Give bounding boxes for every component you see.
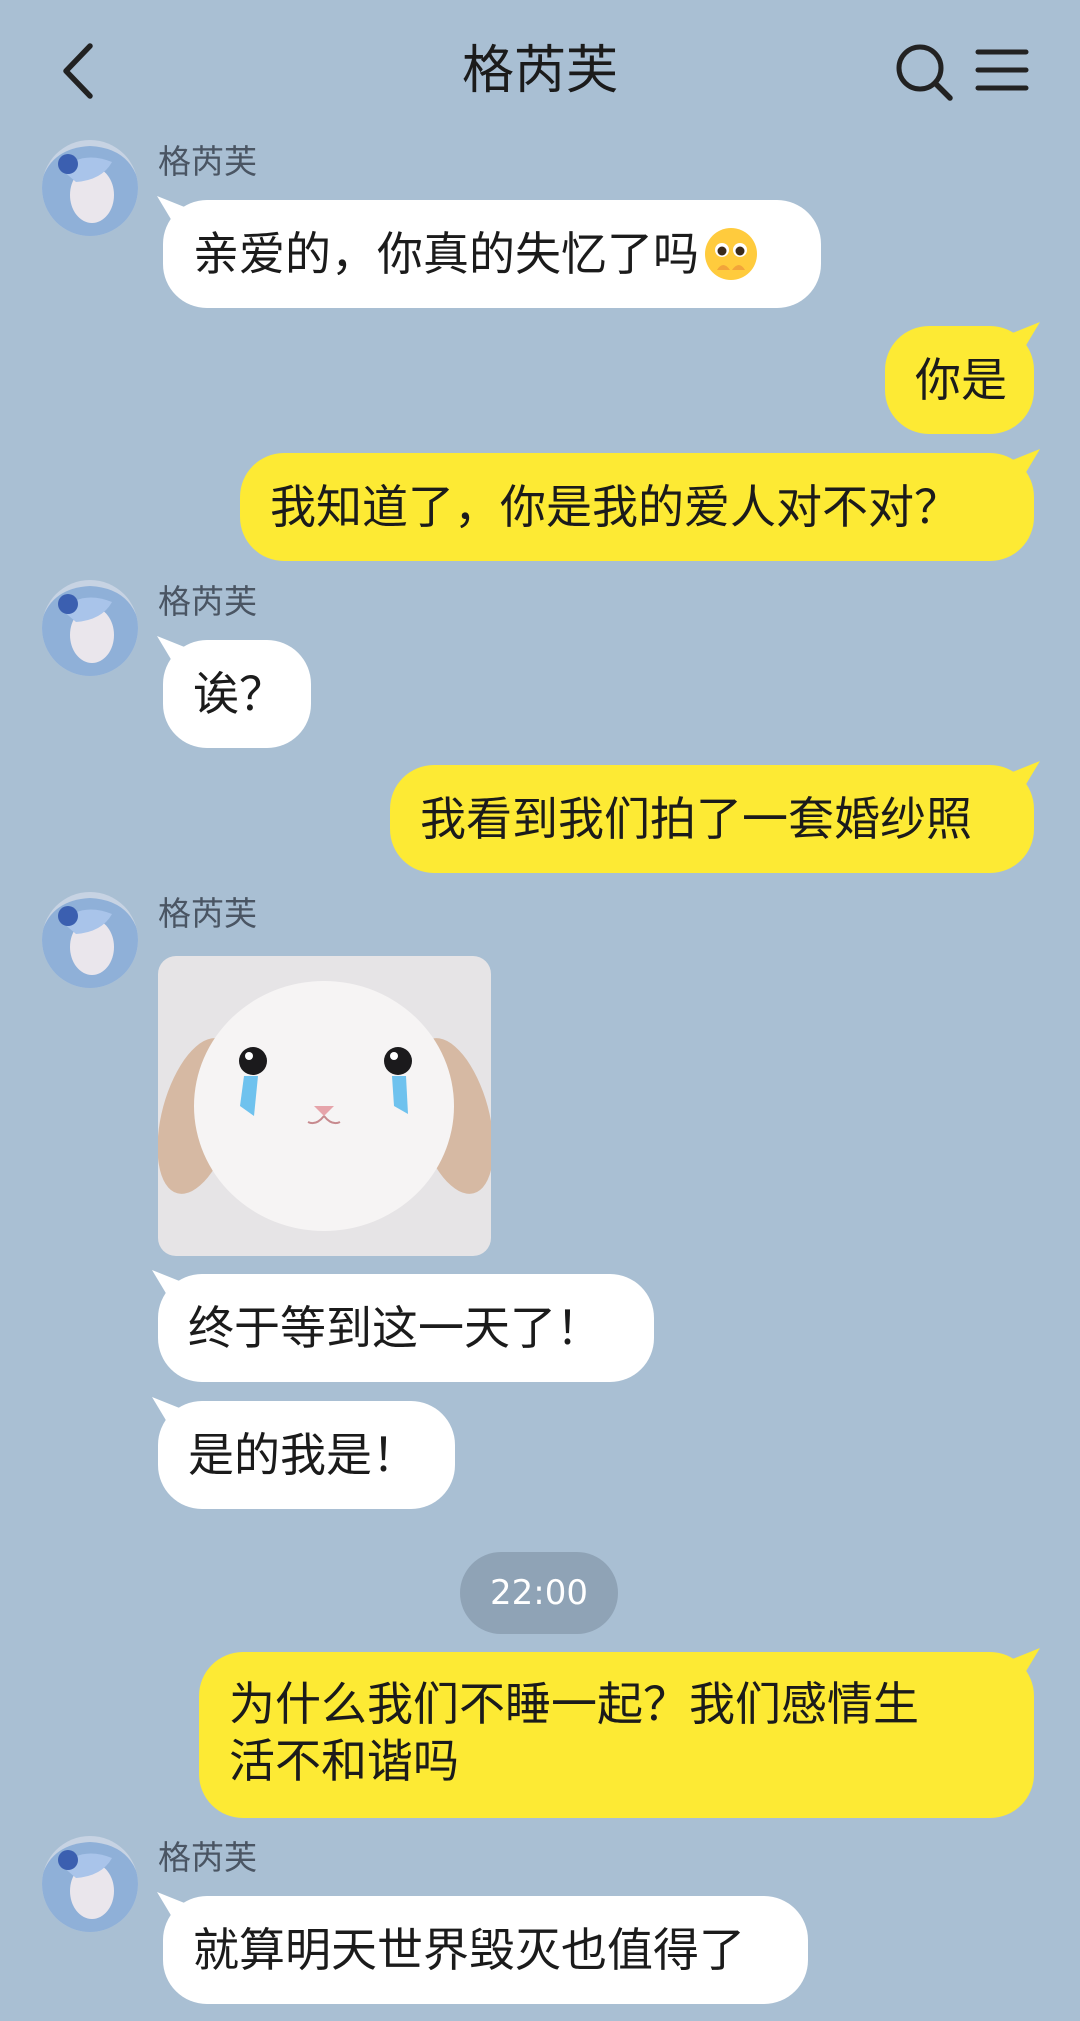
message-bubble[interactable]: 我知道了，你是我的爱人对不对？ <box>240 453 1034 561</box>
chat-header: 格芮芙 <box>0 0 1080 140</box>
sender-name: 格芮芙 <box>158 142 257 181</box>
message-bubble[interactable]: 是的我是！ <box>158 1401 455 1509</box>
message-text: 诶？ <box>193 667 285 721</box>
menu-button[interactable] <box>972 40 1032 100</box>
message-bubble[interactable]: 为什么我们不睡一起？我们感情生 活不和谐吗 <box>199 1652 1034 1818</box>
timestamp-separator: 22:00 <box>460 1552 618 1634</box>
sender-name: 格芮芙 <box>158 894 257 933</box>
bunny-image <box>158 956 491 1256</box>
sender-name: 格芮芙 <box>158 582 257 621</box>
sender-name: 格芮芙 <box>158 1838 257 1877</box>
contact-avatar[interactable] <box>42 580 138 676</box>
avatar-image <box>42 892 138 988</box>
pleading-face-emoji <box>705 227 757 280</box>
message-text: 亲爱的，你真的失忆了吗 <box>193 227 699 281</box>
hamburger-menu-icon <box>975 49 1029 91</box>
message-text: 是的我是！ <box>188 1428 418 1482</box>
message-bubble[interactable]: 我看到我们拍了一套婚纱照 <box>390 765 1034 873</box>
contact-avatar[interactable] <box>42 892 138 988</box>
message-text-line: 活不和谐吗 <box>229 1734 459 1788</box>
message-text: 终于等到这一天了！ <box>188 1301 602 1355</box>
message-bubble[interactable]: 你是 <box>885 326 1034 434</box>
avatar-image <box>42 580 138 676</box>
contact-avatar[interactable] <box>42 1836 138 1932</box>
search-icon <box>896 44 953 101</box>
message-text: 就算明天世界毁灭也值得了 <box>193 1923 745 1977</box>
message-bubble[interactable]: 亲爱的，你真的失忆了吗 <box>163 200 821 308</box>
search-button[interactable] <box>890 38 960 108</box>
message-text: 你是 <box>915 353 1007 407</box>
message-text: 我知道了，你是我的爱人对不对？ <box>270 480 960 534</box>
message-text-line: 为什么我们不睡一起？我们感情生 <box>229 1677 919 1731</box>
message-bubble[interactable]: 就算明天世界毁灭也值得了 <box>163 1896 808 2004</box>
message-text: 我看到我们拍了一套婚纱照 <box>420 792 972 846</box>
message-bubble[interactable]: 终于等到这一天了！ <box>158 1274 654 1382</box>
avatar-image <box>42 1836 138 1932</box>
crying-bunny-sticker[interactable] <box>158 956 491 1256</box>
avatar-image <box>42 140 138 236</box>
contact-avatar[interactable] <box>42 140 138 236</box>
message-bubble[interactable]: 诶？ <box>163 640 311 748</box>
